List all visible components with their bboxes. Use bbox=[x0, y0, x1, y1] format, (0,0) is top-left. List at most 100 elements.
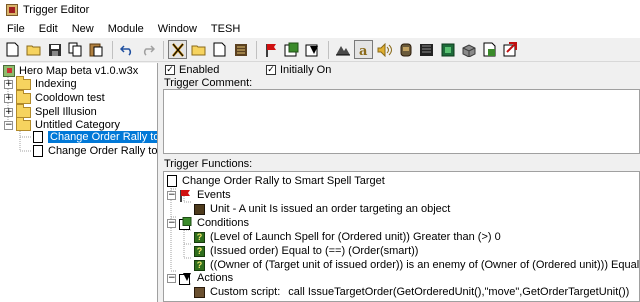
events-label: Events bbox=[197, 189, 231, 201]
tree-item-label: Cooldown test bbox=[35, 92, 105, 104]
initially-on-checkbox[interactable]: ✓ bbox=[266, 65, 276, 75]
cut-icon[interactable] bbox=[168, 40, 187, 59]
import-manager-icon[interactable] bbox=[480, 40, 499, 59]
new-comment-icon[interactable] bbox=[231, 40, 250, 59]
open-folder-icon bbox=[16, 116, 31, 131]
expand-icon[interactable]: + bbox=[4, 79, 13, 89]
tree-trigger-selected[interactable]: Change Order Rally to Sm bbox=[33, 130, 157, 144]
condition-row[interactable]: ? ((Owner of (Target unit of issued orde… bbox=[194, 258, 640, 272]
sound-editor-icon[interactable] bbox=[375, 40, 394, 59]
new-trigger-icon[interactable] bbox=[210, 40, 229, 59]
object-editor-icon[interactable] bbox=[396, 40, 415, 59]
conditions-row[interactable]: − Conditions bbox=[167, 216, 249, 230]
enabled-checkbox[interactable]: ✓ bbox=[165, 65, 175, 75]
unit-icon bbox=[194, 203, 205, 215]
collapse-icon[interactable]: − bbox=[167, 190, 176, 200]
tree-item-label: Spell Illusion bbox=[35, 106, 97, 118]
tree-item-label: Indexing bbox=[35, 78, 77, 90]
tree-item-label: Change Order Rally to Sm bbox=[48, 131, 157, 143]
toolbar: a bbox=[0, 38, 640, 62]
events-row[interactable]: − Events bbox=[167, 188, 231, 202]
menu-file[interactable]: File bbox=[0, 23, 32, 35]
event-flag-icon bbox=[180, 189, 190, 202]
action-row[interactable]: Custom script: call IssueTargetOrder(Get… bbox=[194, 285, 629, 299]
trigger-editor-app-icon bbox=[6, 4, 18, 16]
action-prefix: Custom script: bbox=[210, 286, 281, 298]
undo-icon[interactable] bbox=[117, 40, 136, 59]
tree-trigger[interactable]: Change Order Rally to Sm bbox=[33, 144, 158, 158]
condition-row[interactable]: ? (Level of Launch Spell for (Ordered un… bbox=[194, 230, 501, 244]
terrain-editor-icon[interactable] bbox=[333, 40, 352, 59]
condition-text: (Issued order) Equal to (==) (Order(smar… bbox=[210, 245, 419, 257]
trigger-icon bbox=[167, 175, 177, 187]
initially-on-checkbox-row[interactable]: ✓ Initially On bbox=[266, 64, 331, 76]
enabled-checkbox-row[interactable]: ✓ Enabled bbox=[165, 64, 219, 76]
save-icon[interactable] bbox=[45, 40, 64, 59]
action-icon bbox=[179, 272, 191, 285]
expand-icon[interactable]: + bbox=[4, 107, 13, 117]
event-text: Unit - A unit Is issued an order targeti… bbox=[210, 203, 451, 215]
campaign-editor-icon[interactable] bbox=[417, 40, 436, 59]
trigger-functions-label: Trigger Functions: bbox=[164, 158, 253, 170]
trigger-functions-tree[interactable]: Change Order Rally to Smart Spell Target… bbox=[163, 171, 640, 302]
ai-editor-icon[interactable] bbox=[438, 40, 457, 59]
trigger-comment-label: Trigger Comment: bbox=[164, 77, 253, 89]
trigger-tree[interactable]: Hero Map beta v1.0.w3x + Indexing + Cool… bbox=[0, 63, 158, 302]
new-event-icon[interactable] bbox=[261, 40, 280, 59]
new-condition-icon[interactable] bbox=[282, 40, 301, 59]
tree-item-label: Hero Map beta v1.0.w3x bbox=[19, 65, 139, 77]
event-row[interactable]: Unit - A unit Is issued an order targeti… bbox=[194, 202, 450, 216]
action-code: call IssueTargetOrder(GetOrderedUnit(),"… bbox=[288, 286, 630, 298]
menu-window[interactable]: Window bbox=[151, 23, 204, 35]
menu-bar: File Edit New Module Window TESH bbox=[0, 20, 640, 38]
map-icon bbox=[3, 65, 15, 77]
trigger-editor-icon[interactable]: a bbox=[354, 40, 373, 59]
trigger-details-panel: ✓ Enabled ✓ Initially On Trigger Comment… bbox=[160, 63, 640, 302]
folder-icon bbox=[16, 89, 31, 104]
new-category-icon[interactable] bbox=[189, 40, 208, 59]
window-title: Trigger Editor bbox=[23, 4, 90, 16]
condition-text: ((Owner of (Target unit of issued order)… bbox=[210, 259, 640, 271]
collapse-icon[interactable]: − bbox=[167, 218, 176, 228]
paste-icon[interactable] bbox=[87, 40, 106, 59]
actions-row[interactable]: − Actions bbox=[167, 271, 233, 285]
tree-item-label: Change Order Rally to Sm bbox=[48, 145, 158, 157]
enabled-label: Enabled bbox=[179, 64, 220, 76]
expand-icon[interactable]: + bbox=[4, 93, 13, 103]
toolbar-separator bbox=[256, 40, 257, 59]
initially-on-label: Initially On bbox=[280, 64, 332, 76]
menu-edit[interactable]: Edit bbox=[32, 23, 65, 35]
collapse-icon[interactable]: − bbox=[4, 120, 13, 130]
condition-text: (Level of Launch Spell for (Ordered unit… bbox=[210, 231, 501, 243]
trigger-comment-textarea[interactable] bbox=[163, 89, 640, 154]
redo-icon[interactable] bbox=[138, 40, 157, 59]
actions-label: Actions bbox=[197, 272, 234, 284]
trigger-name-row[interactable]: Change Order Rally to Smart Spell Target bbox=[167, 174, 385, 188]
trigger-name: Change Order Rally to Smart Spell Target bbox=[182, 175, 385, 187]
new-action-icon[interactable] bbox=[303, 40, 322, 59]
condition-question-icon: ? bbox=[194, 259, 205, 271]
toolbar-separator bbox=[112, 40, 113, 59]
menu-module[interactable]: Module bbox=[101, 23, 151, 35]
test-map-icon[interactable] bbox=[501, 40, 520, 59]
object-manager-icon[interactable] bbox=[459, 40, 478, 59]
conditions-label: Conditions bbox=[197, 217, 249, 229]
svg-text:a: a bbox=[359, 44, 368, 57]
condition-row[interactable]: ? (Issued order) Equal to (==) (Order(sm… bbox=[194, 244, 418, 258]
toolbar-separator bbox=[163, 40, 164, 59]
open-folder-icon[interactable] bbox=[24, 40, 43, 59]
condition-icon bbox=[179, 216, 192, 230]
custom-script-icon bbox=[194, 286, 205, 298]
menu-tesh[interactable]: TESH bbox=[204, 23, 247, 35]
trigger-icon bbox=[33, 131, 43, 143]
toolbar-separator bbox=[328, 40, 329, 59]
menu-new[interactable]: New bbox=[65, 23, 101, 35]
copy-icon[interactable] bbox=[66, 40, 85, 59]
folder-icon bbox=[16, 75, 31, 90]
tree-item-indexing[interactable]: + Indexing bbox=[4, 75, 77, 91]
new-doc-icon[interactable] bbox=[3, 40, 22, 59]
title-bar: Trigger Editor bbox=[0, 0, 640, 20]
condition-question-icon: ? bbox=[194, 245, 205, 257]
collapse-icon[interactable]: − bbox=[167, 273, 176, 283]
trigger-icon bbox=[33, 145, 43, 157]
